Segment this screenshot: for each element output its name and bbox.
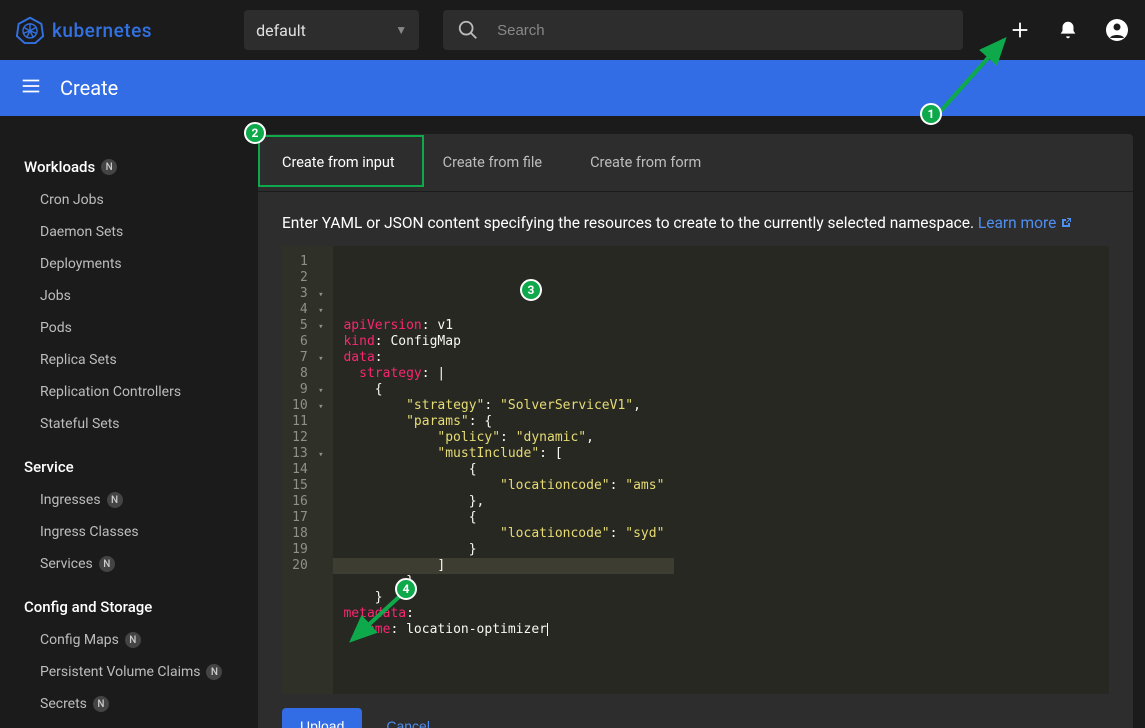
tabs: Create from input Create from file Creat…	[258, 134, 1133, 192]
topbar: kubernetes default ▼	[0, 0, 1145, 60]
ns-badge-icon: N	[93, 696, 109, 712]
editor-gutter: 1 2 3 ▾4 ▾5 ▾6 7 ▾8 9 ▾10 ▾11 12 13 ▾14 …	[282, 246, 333, 694]
annotation-marker-1: 1	[920, 103, 942, 125]
sidebar-item[interactable]: ServicesN	[24, 548, 240, 580]
annotation-marker-2: 2	[244, 122, 266, 144]
namespace-selected: default	[256, 21, 306, 40]
ns-badge-icon: N	[107, 492, 123, 508]
instruction-text: Enter YAML or JSON content specifying th…	[258, 192, 1133, 246]
editor-code[interactable]: apiVersion: v1 kind: ConfigMap data: str…	[333, 246, 674, 694]
sidebar-heading-config[interactable]: Config and Storage	[24, 598, 240, 616]
tab-form[interactable]: Create from form	[566, 134, 725, 191]
ns-badge-icon: N	[206, 664, 222, 680]
actions: Upload Cancel	[258, 708, 1133, 728]
ns-badge-icon: N	[99, 556, 115, 572]
sidebar-item[interactable]: Cron Jobs	[24, 184, 240, 216]
top-actions	[1009, 18, 1129, 42]
sidebar-item[interactable]: Persistent Volume ClaimsN	[24, 656, 240, 688]
sidebar-item[interactable]: Jobs	[24, 280, 240, 312]
search-input[interactable]	[497, 22, 949, 39]
sidebar-heading-service[interactable]: Service	[24, 458, 240, 476]
sidebar-item[interactable]: Replication Controllers	[24, 376, 240, 408]
account-icon	[1105, 18, 1129, 42]
tab-input[interactable]: Create from input	[258, 134, 419, 191]
create-card: Create from input Create from file Creat…	[258, 134, 1133, 728]
menu-button[interactable]	[20, 75, 42, 101]
upload-button[interactable]: Upload	[282, 708, 362, 728]
sidebar-item[interactable]: SecretsN	[24, 688, 240, 720]
external-link-icon	[1060, 217, 1072, 229]
sidebar-item[interactable]: IngressesN	[24, 484, 240, 516]
sidebar-item[interactable]: Deployments	[24, 248, 240, 280]
sidebar-item[interactable]: Daemon Sets	[24, 216, 240, 248]
page-title: Create	[60, 76, 118, 100]
hamburger-icon	[20, 75, 42, 97]
search-box[interactable]	[443, 10, 963, 50]
k8s-logo-icon	[16, 16, 44, 44]
search-icon	[457, 19, 479, 41]
namespace-select[interactable]: default ▼	[244, 10, 419, 50]
sidebar-item[interactable]: Replica Sets	[24, 344, 240, 376]
ns-badge-icon: N	[101, 159, 117, 175]
main: Create from input Create from file Creat…	[240, 116, 1145, 728]
yaml-editor[interactable]: 1 2 3 ▾4 ▾5 ▾6 7 ▾8 9 ▾10 ▾11 12 13 ▾14 …	[282, 246, 1109, 694]
tab-file[interactable]: Create from file	[419, 134, 566, 191]
plus-icon	[1009, 19, 1031, 41]
learn-more-link[interactable]: Learn more	[978, 214, 1072, 232]
notifications-button[interactable]	[1057, 19, 1079, 41]
logo[interactable]: kubernetes	[16, 16, 152, 44]
sidebar-item[interactable]: Config MapsN	[24, 624, 240, 656]
create-button[interactable]	[1009, 19, 1031, 41]
sidebar: Workloads N Cron JobsDaemon SetsDeployme…	[0, 116, 240, 728]
cancel-button[interactable]: Cancel	[386, 718, 430, 728]
sidebar-item[interactable]: Ingress Classes	[24, 516, 240, 548]
sidebar-heading-workloads[interactable]: Workloads N	[24, 158, 240, 176]
bell-icon	[1057, 19, 1079, 41]
annotation-marker-3: 3	[520, 279, 542, 301]
sidebar-item[interactable]: Stateful Sets	[24, 408, 240, 440]
chevron-down-icon: ▼	[395, 23, 407, 37]
subheader: Create	[0, 60, 1145, 116]
annotation-marker-4: 4	[395, 578, 417, 600]
sidebar-item[interactable]: Pods	[24, 312, 240, 344]
account-button[interactable]	[1105, 18, 1129, 42]
brand-text: kubernetes	[52, 19, 152, 42]
ns-badge-icon: N	[125, 632, 141, 648]
